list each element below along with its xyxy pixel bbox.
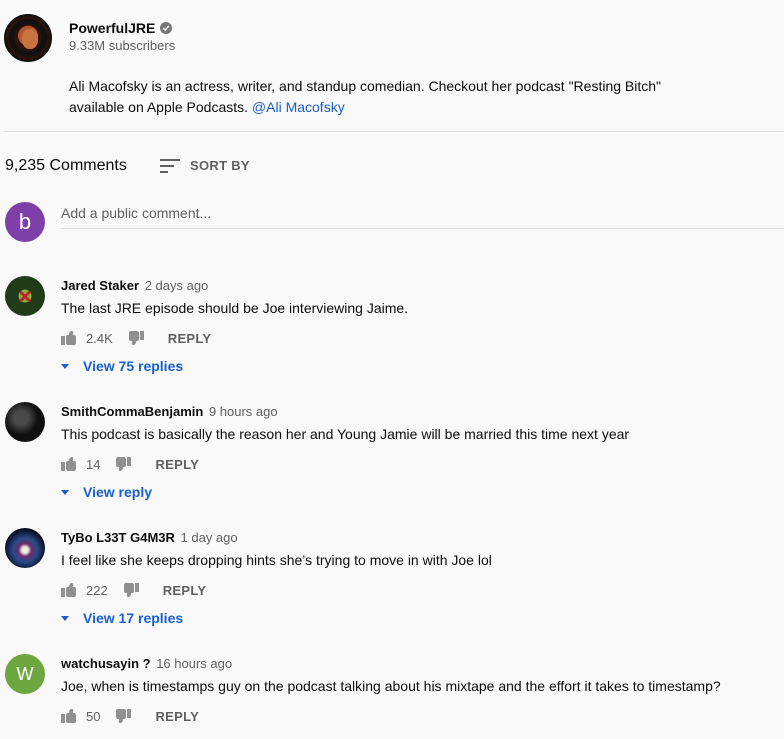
- view-replies-button[interactable]: View reply: [61, 484, 152, 500]
- view-replies-label: View 75 replies: [83, 358, 184, 374]
- commenter-avatar[interactable]: [5, 528, 45, 568]
- comment-actions: 50 REPLY: [61, 706, 199, 726]
- reply-button[interactable]: REPLY: [155, 709, 199, 724]
- comment-thread: Jared Staker 2 days ago The last JRE epi…: [5, 276, 784, 374]
- thumbs-down-icon[interactable]: [127, 330, 144, 346]
- chevron-down-icon: [61, 489, 69, 495]
- video-description: Ali Macofsky is an actress, writer, and …: [69, 76, 719, 118]
- verified-check-icon: [160, 22, 173, 34]
- channel-name-row: PowerfulJRE: [69, 20, 173, 36]
- comment-header: watchusayin ? 16 hours ago: [61, 656, 232, 671]
- thumbs-up-icon[interactable]: [61, 330, 78, 346]
- commenter-avatar[interactable]: [5, 402, 45, 442]
- divider: [4, 131, 784, 132]
- sort-icon: [160, 158, 180, 173]
- sort-by-button[interactable]: SORT BY: [160, 158, 250, 173]
- thumbs-down-icon[interactable]: [114, 708, 132, 724]
- view-replies-button[interactable]: View 17 replies: [61, 610, 183, 626]
- user-avatar: b: [5, 202, 45, 242]
- chevron-down-icon: [61, 615, 69, 621]
- comment-author[interactable]: watchusayin ?: [61, 656, 151, 671]
- comments-count: 9,235 Comments: [5, 157, 127, 174]
- sort-by-label: SORT BY: [190, 158, 250, 173]
- comment-timestamp[interactable]: 2 days ago: [145, 278, 209, 293]
- comment-header: Jared Staker 2 days ago: [61, 278, 208, 293]
- comment-text: I feel like she keeps dropping hints she…: [61, 552, 492, 568]
- like-count: 222: [86, 582, 108, 598]
- comment-author[interactable]: SmithCommaBenjamin: [61, 404, 203, 419]
- comment-actions: 222 REPLY: [61, 580, 206, 600]
- thumbs-up-icon[interactable]: [61, 456, 78, 472]
- reply-button[interactable]: REPLY: [163, 583, 207, 598]
- thumbs-down-icon[interactable]: [114, 456, 132, 472]
- comment-author[interactable]: TyBo L33T G4M3R: [61, 530, 175, 545]
- subscriber-count: 9.33M subscribers: [69, 38, 176, 53]
- thumbs-up-icon[interactable]: [61, 582, 78, 598]
- view-replies-label: View 17 replies: [83, 610, 184, 626]
- comment-timestamp[interactable]: 16 hours ago: [156, 656, 232, 671]
- view-replies-button[interactable]: View 75 replies: [61, 358, 183, 374]
- comment-actions: 2.4K REPLY: [61, 328, 211, 348]
- comment-author[interactable]: Jared Staker: [61, 278, 139, 293]
- reply-button[interactable]: REPLY: [155, 457, 199, 472]
- comment-header: TyBo L33T G4M3R 1 day ago: [61, 530, 238, 545]
- comment-timestamp[interactable]: 1 day ago: [181, 530, 238, 545]
- comment-text: This podcast is basically the reason her…: [61, 426, 630, 442]
- commenter-avatar[interactable]: W: [5, 654, 45, 694]
- reply-button[interactable]: REPLY: [168, 331, 212, 346]
- comment-actions: 14 REPLY: [61, 454, 199, 474]
- thumbs-up-icon[interactable]: [61, 708, 78, 724]
- comment-header: SmithCommaBenjamin 9 hours ago: [61, 404, 278, 419]
- commenter-avatar[interactable]: [5, 276, 45, 316]
- comment-text: Joe, when is timestamps guy on the podca…: [61, 678, 721, 694]
- thumbs-down-icon[interactable]: [122, 582, 139, 598]
- add-comment-input[interactable]: Add a public comment...: [61, 205, 784, 229]
- description-text: Ali Macofsky is an actress, writer, and …: [69, 78, 661, 115]
- like-count: 14: [86, 456, 101, 472]
- like-count: 50: [86, 708, 101, 724]
- like-count: 2.4K: [86, 330, 113, 346]
- channel-name[interactable]: PowerfulJRE: [69, 20, 155, 36]
- comment-timestamp[interactable]: 9 hours ago: [209, 404, 278, 419]
- view-replies-label: View reply: [83, 484, 153, 500]
- channel-avatar[interactable]: [4, 14, 52, 62]
- comment-text: The last JRE episode should be Joe inter…: [61, 300, 409, 316]
- description-mention-link[interactable]: @Ali Macofsky: [252, 99, 345, 115]
- chevron-down-icon: [61, 363, 69, 369]
